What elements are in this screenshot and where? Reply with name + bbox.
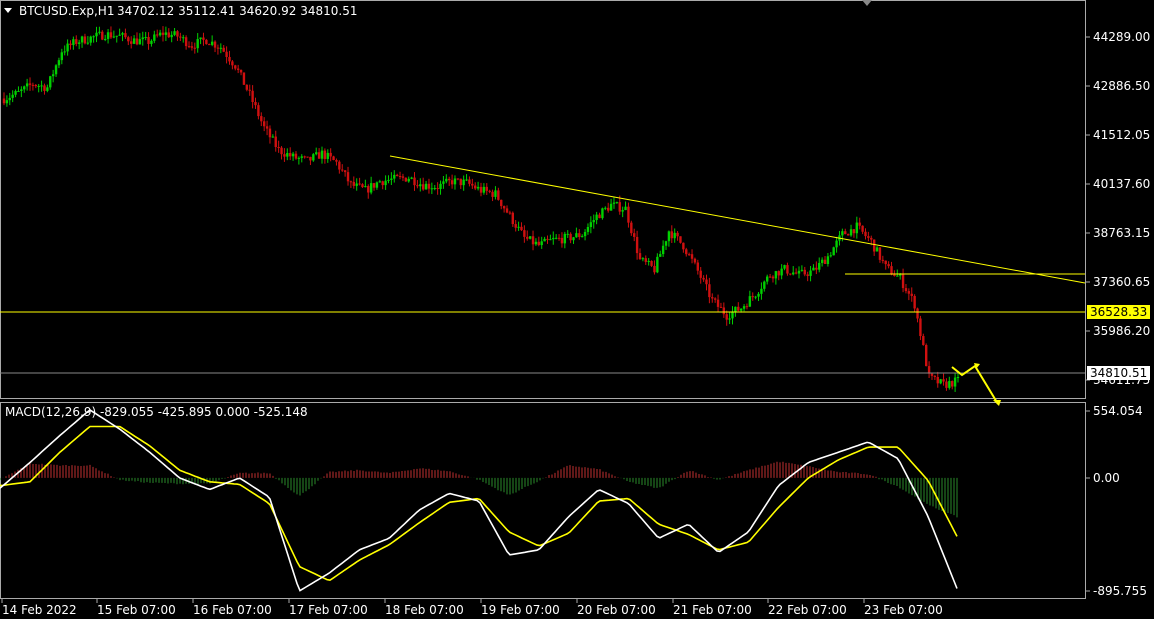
time-tick-label: 21 Feb 07:00 <box>673 603 752 617</box>
time-tick-label: 18 Feb 07:00 <box>385 603 464 617</box>
price-tick-label: 40137.60 <box>1093 177 1150 191</box>
candle <box>404 177 408 182</box>
price-axis: 44289.00 42886.50 41512.05 40137.60 38763.15… <box>1085 30 1150 387</box>
current-price-label: 34810.51 <box>1090 366 1147 380</box>
macd-axis: 554.054 0.00 -895.755 <box>1085 404 1147 598</box>
chart-canvas[interactable]: BTCUSD.Exp,H1 34702.12 35112.41 34620.92… <box>0 0 1154 619</box>
time-axis: 14 Feb 2022 15 Feb 07:00 16 Feb 07:00 17 Fe… <box>1 599 943 617</box>
time-tick-label: 23 Feb 07:00 <box>864 603 943 617</box>
time-tick-label: 15 Feb 07:00 <box>97 603 176 617</box>
macd-tick-label: 554.054 <box>1093 404 1143 418</box>
time-tick-label: 19 Feb 07:00 <box>481 603 560 617</box>
candle <box>601 207 604 220</box>
price-tick-label: 37360.65 <box>1093 275 1150 289</box>
macd-label: MACD(12,26,9) -829.055 -425.895 0.000 -5… <box>5 405 308 419</box>
macd-pane-frame <box>0 402 1086 599</box>
macd-tick-label: 0.00 <box>1093 471 1120 485</box>
candle <box>332 155 335 161</box>
price-tick-label: 35986.20 <box>1093 324 1150 338</box>
time-tick-label: 16 Feb 07:00 <box>193 603 272 617</box>
candle <box>925 343 928 367</box>
time-tick-label: 20 Feb 07:00 <box>577 603 656 617</box>
price-tick-label: 41512.05 <box>1093 128 1150 142</box>
symbol-label: BTCUSD.Exp,H1 <box>19 4 114 18</box>
macd-tick-label: -895.755 <box>1093 584 1147 598</box>
candle <box>832 246 835 256</box>
ohlc-label: 34702.12 35112.41 34620.92 34810.51 <box>117 4 357 18</box>
candle <box>242 72 246 85</box>
price-tick-label: 44289.00 <box>1093 30 1150 44</box>
time-tick-label: 17 Feb 07:00 <box>289 603 368 617</box>
level-price-label: 36528.33 <box>1090 305 1147 319</box>
price-tick-label: 38763.15 <box>1093 226 1150 240</box>
price-tick-label: 42886.50 <box>1093 79 1150 93</box>
time-tick-label: 22 Feb 07:00 <box>768 603 847 617</box>
time-tick-label: 14 Feb 2022 <box>2 603 77 617</box>
candle <box>679 236 682 244</box>
